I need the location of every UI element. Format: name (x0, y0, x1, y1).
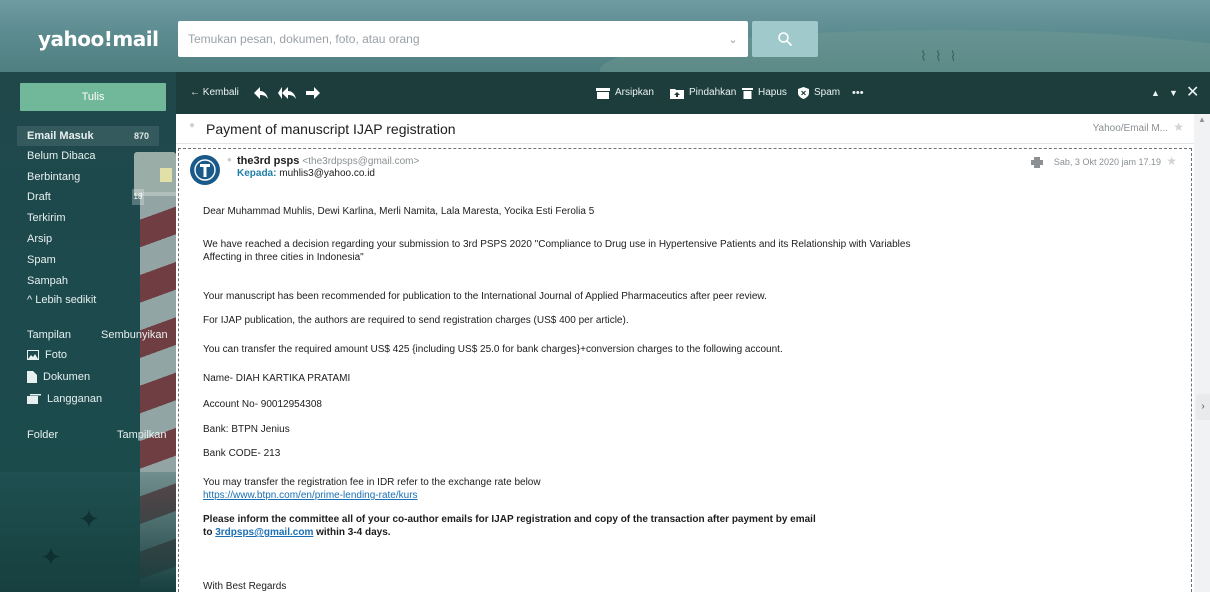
search-box[interactable]: ⌄ (178, 21, 748, 57)
spam-button[interactable]: Spam (798, 72, 840, 114)
body-recommended: Your manuscript has been recommended for… (203, 291, 767, 302)
folder-label[interactable]: Yahoo/Email M... (1093, 123, 1168, 134)
dot-icon: ● (189, 120, 196, 131)
sidebar-item-starred[interactable]: Berbintang (27, 167, 80, 187)
message-date: Sab, 3 Okt 2020 jam 17.19 (1053, 157, 1161, 167)
star-icon[interactable]: ★ (1166, 154, 1177, 168)
recipient-line: Kepada: muhlis3@yahoo.co.id (237, 168, 375, 179)
body-bank-code: Bank CODE- 213 (203, 448, 281, 459)
sender-name[interactable]: the3rd psps (237, 155, 299, 167)
search-input[interactable] (178, 21, 718, 57)
sender[interactable]: the3rd psps <the3rdpsps@gmail.com> (237, 155, 419, 167)
body-idr-note: You may transfer the registration fee in… (203, 477, 541, 488)
chevron-down-icon[interactable]: ⌄ (718, 33, 748, 46)
archive-icon (596, 87, 610, 99)
sidebar-item-spam[interactable]: Spam (27, 250, 56, 270)
to-label: Kepada: (237, 168, 277, 179)
message-subject: Payment of manuscript IJAP registration (206, 121, 456, 137)
document-icon (27, 371, 37, 383)
body-charges: For IJAP publication, the authors are re… (203, 315, 629, 326)
body-account-number: Account No- 90012954308 (203, 399, 322, 410)
body-bank: Bank: BTPN Jenius (203, 424, 290, 435)
body-account-name: Name- DIAH KARTIKA PRATAMI (203, 373, 351, 384)
message-toolbar: ← Kembali Arsipkan Pindahkan Hapus Spam … (176, 72, 1210, 114)
search-button[interactable] (752, 21, 818, 57)
sidebar-item-sent[interactable]: Terkirim (27, 208, 66, 228)
body-inform-line-1: Please inform the committee all of your … (203, 514, 816, 525)
body-decision-line-1: We have reached a decision regarding you… (203, 239, 911, 250)
show-folders-link[interactable]: Tampilkan (117, 426, 167, 444)
body-transfer: You can transfer the required amount US$… (203, 344, 783, 355)
scrollbar[interactable]: ▲ (1194, 114, 1210, 592)
sidebar-item-documents[interactable]: Dokumen (27, 368, 90, 386)
body-decision-line-2: Affecting in three cities in Indonesia" (203, 252, 364, 263)
inform-prefix: to (203, 527, 216, 538)
sender-logo-icon (194, 159, 216, 181)
birds-decoration: ⌇⌇⌇ (920, 48, 965, 64)
drafts-count: 18 (132, 189, 144, 205)
archive-label: Arsipkan (615, 87, 654, 98)
forward-icon[interactable] (306, 72, 320, 114)
next-message-icon[interactable]: ▼ (1169, 72, 1178, 114)
sidebar-item-archive[interactable]: Arsip (27, 229, 52, 249)
unread-count: 870 (133, 131, 149, 141)
back-button[interactable]: ← Kembali (190, 72, 239, 114)
shield-icon (798, 87, 809, 99)
sidebar-item-label: Email Masuk (27, 130, 94, 142)
previous-message-icon[interactable]: ▲ (1151, 72, 1160, 114)
sidebar-item-trash[interactable]: Sampah (27, 271, 68, 291)
body-greeting: Dear Muhammad Muhlis, Dewi Karlina, Merl… (203, 206, 595, 217)
show-less-link[interactable]: ^ Lebih sedikit (27, 290, 96, 310)
body-inform-line-2: to 3rdpsps@gmail.com within 3-4 days. (203, 526, 391, 539)
image-icon (27, 350, 39, 360)
delete-button[interactable]: Hapus (742, 72, 787, 114)
print-icon[interactable] (1031, 157, 1043, 171)
subject-row: ● Payment of manuscript IJAP registratio… (176, 114, 1194, 144)
move-button[interactable]: Pindahkan (670, 72, 736, 114)
sidebar-item-label: Foto (45, 349, 68, 361)
inform-suffix: within 3-4 days. (313, 527, 391, 538)
sidebar-item-inbox[interactable]: Email Masuk 870 (17, 126, 159, 146)
delete-label: Hapus (758, 87, 787, 98)
move-label: Pindahkan (689, 87, 737, 98)
fish-decoration: ✦ (78, 504, 100, 534)
sender-email: <the3rdpsps@gmail.com> (302, 156, 420, 167)
sidebar-item-label: Langganan (47, 393, 103, 405)
spam-label: Spam (814, 87, 841, 98)
sidebar-item-photos[interactable]: Foto (27, 346, 67, 364)
trash-icon (742, 88, 753, 99)
views-heading: Tampilan (27, 329, 72, 341)
star-icon[interactable]: ★ (1173, 120, 1184, 134)
sidebar-item-unread[interactable]: Belum Dibaca (27, 146, 95, 166)
yahoo-mail-logo[interactable]: yahoo!mail (38, 27, 159, 51)
more-actions-button[interactable]: ••• (852, 72, 864, 114)
message-view: ● Payment of manuscript IJAP registratio… (176, 114, 1210, 592)
body-regards: With Best Regards (203, 581, 287, 592)
move-folder-icon (670, 88, 684, 99)
compose-button[interactable]: Tulis (20, 83, 166, 111)
committee-email-link[interactable]: 3rdpsps@gmail.com (215, 527, 313, 538)
body-link-line: https://www.btpn.com/en/prime-lending-ra… (203, 489, 418, 502)
folders-heading: Folder (27, 429, 59, 441)
reply-all-icon[interactable] (278, 72, 296, 114)
dot-icon: ● (227, 155, 232, 164)
expand-panel-handle[interactable]: › (1196, 394, 1210, 420)
reply-icon[interactable] (254, 72, 268, 114)
exchange-rate-link[interactable]: https://www.btpn.com/en/prime-lending-ra… (203, 490, 418, 501)
sidebar-item-subscriptions[interactable]: Langganan (27, 390, 102, 408)
scroll-up-icon[interactable]: ▲ (1198, 115, 1206, 124)
header: yahoo!mail ⌄ ⌇⌇⌇ (0, 0, 1210, 72)
sidebar: ✦ ✦ Tulis Email Masuk 870 Belum Dibaca B… (0, 72, 176, 592)
sidebar-item-drafts[interactable]: Draft (27, 187, 51, 207)
fish-decoration: ✦ (40, 542, 62, 572)
hide-views-link[interactable]: Sembunyikan (101, 326, 168, 344)
subscriptions-icon (27, 394, 41, 404)
sidebar-item-label: Dokumen (43, 371, 91, 383)
archive-button[interactable]: Arsipkan (596, 72, 654, 114)
to-address[interactable]: muhlis3@yahoo.co.id (279, 168, 375, 179)
search-icon (778, 32, 792, 46)
message-card: ● the3rd psps <the3rdpsps@gmail.com> Kep… (178, 148, 1192, 592)
close-icon[interactable]: ✕ (1186, 72, 1199, 114)
avatar (190, 155, 220, 185)
